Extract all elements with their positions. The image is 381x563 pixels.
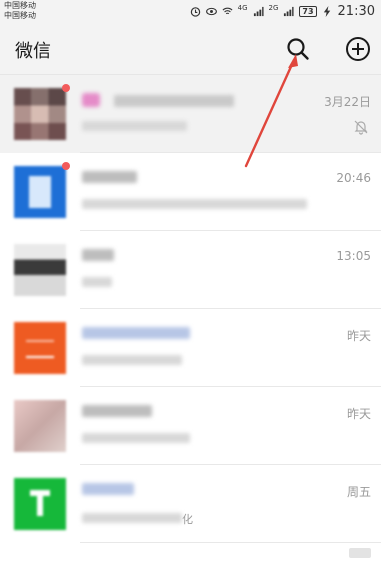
network-type-2: 2G (268, 3, 279, 12)
chat-name (82, 93, 235, 111)
chat-row[interactable]: 3月22日 (0, 75, 381, 153)
unread-dot (62, 84, 70, 92)
chat-time: 20:46 (336, 171, 371, 185)
avatar-green-app (14, 478, 66, 530)
chat-preview: 化 (82, 511, 193, 527)
chat-name (82, 249, 114, 265)
chat-row[interactable]: 昨天 (0, 387, 381, 465)
chat-row[interactable]: 20:46 (0, 153, 381, 231)
chat-row[interactable]: 化 周五 (0, 465, 381, 543)
chat-preview-tail: 化 (182, 513, 193, 526)
avatar-photo (14, 400, 66, 452)
network-type-1: 4G (237, 3, 248, 12)
mute-bell-icon (354, 120, 368, 135)
search-icon[interactable] (285, 36, 311, 62)
alarm-icon (190, 7, 200, 17)
chat-name (82, 171, 137, 187)
chat-name (82, 327, 190, 343)
eye-icon (205, 7, 217, 16)
plus-circle-icon[interactable] (344, 35, 372, 63)
page-title: 微信 (15, 41, 51, 62)
chat-row[interactable]: 13:05 (0, 231, 381, 309)
signal-icon-2 (284, 6, 294, 17)
chat-time: 昨天 (346, 329, 371, 343)
battery-icon: 73 (299, 6, 317, 17)
chat-preview (82, 121, 187, 134)
carrier-2: 中国移动 (4, 11, 36, 20)
carrier-info: 中国移动 中国移动 (4, 1, 36, 21)
avatar-blue-app (14, 166, 66, 218)
avatar-orange-app (14, 322, 66, 374)
chat-list: 3月22日 20:46 13:05 昨天 昨天 化 周五 (0, 75, 381, 563)
unread-dot (62, 162, 70, 170)
avatar-person (14, 244, 66, 296)
chat-time: 昨天 (346, 407, 371, 421)
chat-preview (82, 277, 112, 290)
chat-time: 周五 (346, 485, 371, 499)
charging-icon (323, 6, 330, 17)
status-icons: 4G 2G 73 21:30 (190, 4, 375, 19)
clock: 21:30 (337, 4, 375, 19)
signal-icon (253, 6, 264, 17)
chat-name (82, 405, 152, 421)
chat-time: 3月22日 (324, 95, 371, 109)
chat-preview (82, 433, 190, 446)
chat-row[interactable]: 昨天 (0, 309, 381, 387)
carrier-1: 中国移动 (4, 1, 36, 10)
chat-preview (82, 199, 307, 212)
chat-row-partial[interactable] (0, 543, 381, 563)
chat-name (82, 483, 134, 499)
wifi-icon (222, 7, 233, 15)
app-header: 微信 (0, 24, 381, 75)
status-bar: 中国移动 中国移动 4G 2G 73 21:30 (0, 0, 381, 24)
chat-time: 13:05 (336, 249, 371, 263)
avatar-collage (14, 88, 66, 140)
chat-time-partial (349, 547, 371, 561)
chat-preview (82, 355, 182, 368)
